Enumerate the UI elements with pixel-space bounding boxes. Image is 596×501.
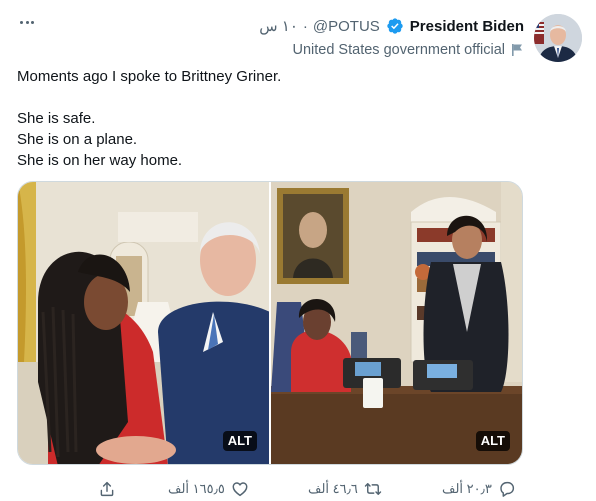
- avatar-portrait-image: [534, 14, 582, 62]
- affiliation-line: United States government official: [292, 41, 524, 59]
- tweet-line-blank: [17, 87, 517, 108]
- alt-text-badge[interactable]: ALT: [222, 431, 257, 451]
- reply-count: ٢٠٫٣ ألف: [442, 481, 492, 496]
- affiliation-flag-icon: [512, 44, 522, 56]
- tweet-text: Moments ago I spoke to Brittney Griner. …: [17, 66, 517, 171]
- retweet-icon: [364, 483, 382, 495]
- share-icon: [100, 481, 114, 497]
- like-icon: [232, 482, 248, 497]
- reply-button[interactable]: ٢٠٫٣ ألف: [442, 478, 516, 500]
- photo-biden-griner-embrace[interactable]: ALT: [18, 182, 269, 464]
- retweet-button[interactable]: ٤٦٫٦ ألف: [308, 478, 382, 500]
- photo-harris-call[interactable]: ALT: [271, 182, 522, 464]
- tweet-line: She is on her way home.: [17, 152, 183, 169]
- like-count: ١٦٥٫٥ ألف: [168, 481, 225, 496]
- tweet-line: Moments ago I spoke to Brittney Griner.: [17, 68, 282, 85]
- header-separator: ·: [302, 17, 308, 35]
- reply-icon: [500, 481, 514, 497]
- tweet-header: ١٠ س · @POTUS President Biden: [259, 16, 524, 36]
- like-button[interactable]: ١٦٥٫٥ ألف: [168, 478, 249, 500]
- media-grid: ALT ALT: [17, 181, 523, 465]
- tweet-line: She is on a plane.: [17, 131, 138, 148]
- verified-badge-icon: [387, 18, 403, 34]
- share-button[interactable]: [98, 478, 116, 500]
- more-options-button[interactable]: [17, 12, 37, 32]
- tweet-action-bar: ٢٠٫٣ ألف ٤٦٫٦ ألف ١٦٥٫٥ ألف: [0, 478, 596, 500]
- more-icon-dot: [20, 21, 23, 24]
- photo-image: [18, 182, 269, 464]
- retweet-count: ٤٦٫٦ ألف: [308, 481, 358, 496]
- photo-image: [271, 182, 522, 464]
- tweet-line: She is safe.: [17, 110, 96, 127]
- alt-text-badge[interactable]: ALT: [475, 431, 510, 451]
- display-name[interactable]: President Biden: [410, 18, 524, 35]
- affiliation-label: United States government official: [292, 42, 505, 58]
- avatar[interactable]: [534, 14, 582, 62]
- more-icon-dot: [25, 21, 29, 24]
- more-icon-dot: [31, 21, 34, 24]
- user-handle[interactable]: @POTUS: [313, 18, 380, 35]
- tweet-timestamp[interactable]: ١٠ س: [259, 17, 298, 35]
